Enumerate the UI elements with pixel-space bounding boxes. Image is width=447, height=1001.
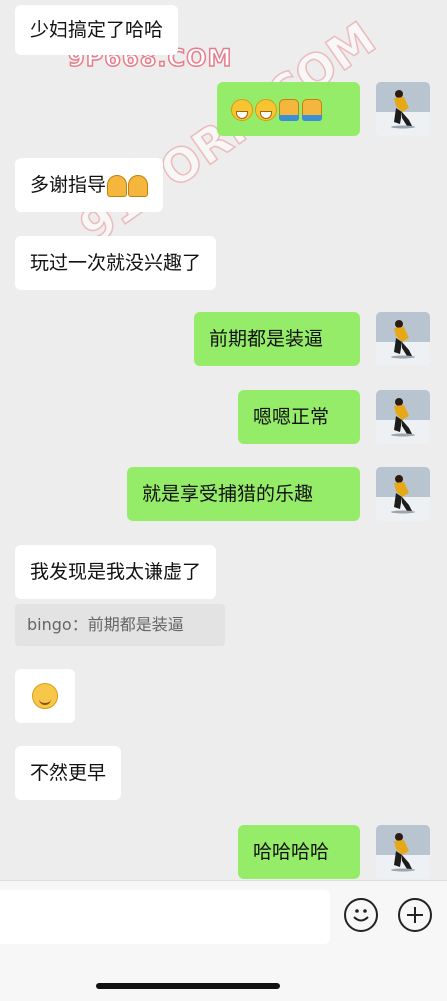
message-text: 就是享受捕猎的乐趣 — [142, 483, 314, 505]
message-bubble-received[interactable]: 玩过一次就没兴趣了 — [15, 236, 217, 290]
avatar-photo-icon — [376, 312, 430, 366]
emoji-button[interactable] — [344, 898, 378, 932]
thumbs-up-icon — [302, 98, 322, 121]
add-button[interactable] — [398, 898, 432, 932]
avatar-photo-icon — [376, 467, 430, 521]
message-bubble-received[interactable]: 不然更早 — [15, 746, 122, 800]
quoted-message[interactable]: bingo：前期都是装逼 — [15, 604, 225, 646]
message-text: 前期都是装逼 — [209, 328, 324, 350]
message-bubble-sent[interactable]: 哈哈哈哈 — [238, 825, 360, 879]
smiley-icon — [353, 909, 369, 922]
message-bubble-received[interactable]: 少妇搞定了哈哈 — [15, 5, 179, 55]
plus-icon — [407, 907, 423, 923]
grin-face-icon — [255, 98, 277, 121]
avatar-photo-icon — [376, 82, 430, 136]
message-text: 我发现是我太谦虚了 — [30, 561, 202, 583]
home-indicator — [96, 983, 280, 989]
avatar-photo-icon — [376, 825, 430, 879]
avatar[interactable] — [376, 390, 430, 444]
message-bubble-received[interactable]: 多谢指导 — [15, 158, 164, 212]
thumbs-up-icon — [279, 98, 299, 121]
avatar[interactable] — [376, 82, 430, 136]
message-bubble-sent[interactable]: 就是享受捕猎的乐趣 — [127, 467, 360, 521]
message-input[interactable] — [0, 890, 330, 944]
grin-face-icon — [231, 98, 253, 121]
praying-hands-icon — [107, 174, 128, 197]
avatar[interactable] — [376, 312, 430, 366]
praying-hands-icon — [128, 174, 149, 197]
message-text: 哈哈哈哈 — [253, 841, 330, 863]
avatar-photo-icon — [376, 390, 430, 444]
avatar[interactable] — [376, 467, 430, 521]
message-text: 少妇搞定了哈哈 — [30, 19, 164, 41]
message-bubble-received[interactable]: 我发现是我太谦虚了 — [15, 545, 217, 599]
message-text: 多谢指导 — [30, 174, 107, 196]
message-bubble-sent[interactable]: 前期都是装逼 — [194, 312, 360, 366]
message-text: 玩过一次就没兴趣了 — [30, 252, 202, 274]
message-bubble-sent[interactable]: 嗯嗯正常 — [238, 390, 360, 444]
smiling-face-icon — [32, 683, 58, 709]
message-text: 不然更早 — [30, 762, 107, 784]
quoted-message-text: bingo：前期都是装逼 — [27, 615, 184, 634]
message-text: 嗯嗯正常 — [253, 406, 330, 428]
avatar[interactable] — [376, 825, 430, 879]
message-bubble-received[interactable] — [15, 669, 75, 723]
message-bubble-sent[interactable] — [217, 82, 360, 136]
